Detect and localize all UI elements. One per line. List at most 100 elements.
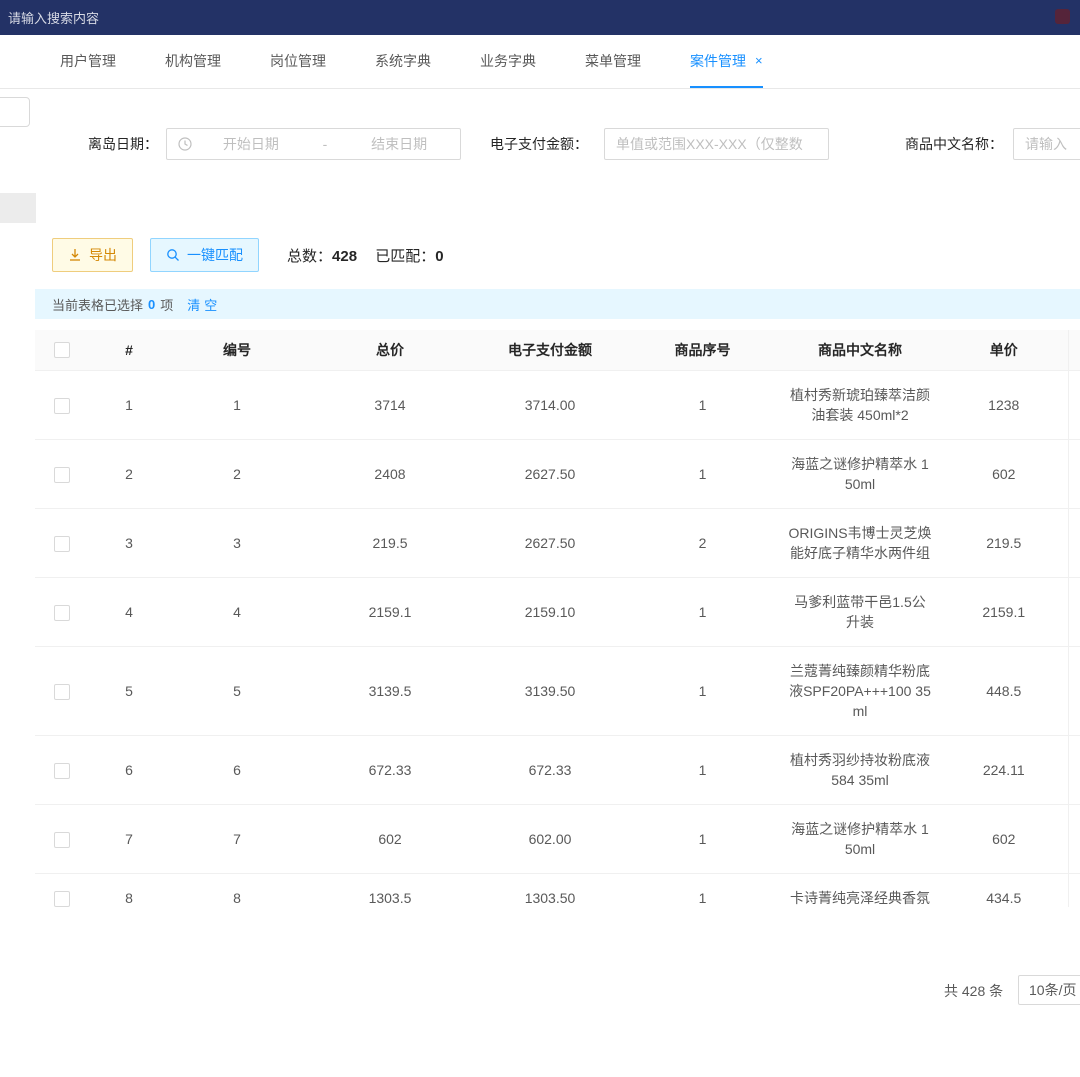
cell-unit: 2159.1 — [940, 577, 1068, 646]
cell-epay: 3714.00 — [475, 370, 625, 439]
tab-cases[interactable]: 案件管理× — [690, 35, 763, 88]
table-row: 77602602.001海蓝之谜修护精萃水 150ml602 — [35, 804, 1080, 873]
cell-code: 3 — [169, 508, 305, 577]
clock-icon — [178, 137, 192, 151]
cell-name: ORIGINS韦博士灵芝焕能好底子精华水两件组 — [780, 508, 940, 577]
one-click-match-button[interactable]: 一键匹配 — [150, 238, 259, 272]
date-range-input[interactable]: 开始日期 - 结束日期 — [166, 128, 461, 160]
export-button-label: 导出 — [89, 245, 117, 265]
cell-total: 1303.5 — [305, 873, 475, 907]
cell-index: 3 — [89, 508, 169, 577]
table-row: 2224082627.501海蓝之谜修护精萃水 150ml602 — [35, 439, 1080, 508]
tab-label: 机构管理 — [165, 51, 221, 71]
row-checkbox[interactable] — [54, 684, 70, 700]
global-search-input[interactable]: 请输入搜索内容 — [8, 8, 99, 27]
row-checkbox-cell — [35, 439, 89, 508]
toolbar: 导出 一键匹配 总数：428 已匹配：0 — [52, 238, 1080, 272]
tab-positions[interactable]: 岗位管理 — [270, 35, 326, 88]
cell-unit: 219.5 — [940, 508, 1068, 577]
cell-name: 兰蔻菁纯臻颜精华粉底液SPF20PA+++100 35ml — [780, 646, 940, 735]
tab-orgs[interactable]: 机构管理 — [165, 35, 221, 88]
selection-prefix: 当前表格已选择 — [52, 295, 143, 314]
cell-epay: 2627.50 — [475, 439, 625, 508]
filter-amount-group: 电子支付金额： 单值或范围XXX-XXX（仅整数 — [490, 128, 829, 160]
selection-count: 0 — [148, 297, 155, 312]
column-header: 商品序号 — [625, 330, 780, 370]
row-checkbox[interactable] — [54, 891, 70, 907]
clipped-cell-edge — [1068, 873, 1080, 907]
row-checkbox[interactable] — [54, 342, 70, 358]
export-button[interactable]: 导出 — [52, 238, 133, 272]
cell-total: 219.5 — [305, 508, 475, 577]
cell-serial: 1 — [625, 804, 780, 873]
cell-epay: 602.00 — [475, 804, 625, 873]
row-checkbox-cell — [35, 735, 89, 804]
selection-suffix: 项 — [160, 295, 173, 314]
left-clipped-input — [0, 97, 30, 127]
start-date-placeholder[interactable]: 开始日期 — [223, 134, 279, 154]
pagination: 共 428 条 10条/页 — [0, 975, 1080, 1007]
cell-total: 672.33 — [305, 735, 475, 804]
page-size-select[interactable]: 10条/页 — [1018, 975, 1080, 1005]
tab-label: 业务字典 — [480, 51, 536, 71]
matched-value: 0 — [435, 248, 443, 265]
end-date-placeholder[interactable]: 结束日期 — [371, 134, 427, 154]
navbar-right-icon[interactable] — [1055, 9, 1070, 24]
row-checkbox-cell — [35, 577, 89, 646]
tab-label: 岗位管理 — [270, 51, 326, 71]
tab-sys-dict[interactable]: 系统字典 — [375, 35, 431, 88]
total-label: 总数： — [287, 248, 332, 265]
cell-index: 1 — [89, 370, 169, 439]
cell-name: 海蓝之谜修护精萃水 150ml — [780, 804, 940, 873]
table-row: 33219.52627.502ORIGINS韦博士灵芝焕能好底子精华水两件组21… — [35, 508, 1080, 577]
tab-label: 用户管理 — [60, 51, 116, 71]
clipped-cell-edge — [1068, 508, 1080, 577]
page-size-value: 10条/页 — [1029, 980, 1076, 1000]
cell-code: 1 — [169, 370, 305, 439]
clipped-column-edge — [1068, 330, 1080, 370]
export-icon — [68, 248, 82, 262]
clipped-cell-edge — [1068, 439, 1080, 508]
cell-serial: 1 — [625, 873, 780, 907]
cell-epay: 2159.10 — [475, 577, 625, 646]
cell-unit: 602 — [940, 439, 1068, 508]
tab-users[interactable]: 用户管理 — [60, 35, 116, 88]
amount-input[interactable]: 单值或范围XXX-XXX（仅整数 — [604, 128, 829, 160]
filter-row: 离岛日期： 开始日期 - 结束日期 电子支付金额： 单值或范围XXX-XXX（仅… — [0, 128, 1080, 160]
clear-selection-link[interactable]: 清空 — [187, 295, 221, 314]
cell-total: 3714 — [305, 370, 475, 439]
row-checkbox-cell — [35, 804, 89, 873]
column-header: 单价 — [940, 330, 1068, 370]
amount-filter-label: 电子支付金额： — [490, 134, 588, 154]
product-placeholder: 请输入 — [1025, 134, 1067, 154]
cell-serial: 2 — [625, 508, 780, 577]
product-name-input[interactable]: 请输入 — [1013, 128, 1080, 160]
cell-code: 8 — [169, 873, 305, 907]
cell-name: 植村秀羽纱持妆粉底液 584 35ml — [780, 735, 940, 804]
topbar: 请输入搜索内容 — [0, 0, 1080, 35]
tab-menus[interactable]: 菜单管理 — [585, 35, 641, 88]
match-button-label: 一键匹配 — [187, 245, 243, 265]
row-checkbox[interactable] — [54, 763, 70, 779]
matched-label: 已匹配： — [375, 248, 435, 265]
row-checkbox[interactable] — [54, 398, 70, 414]
left-clipped-block — [0, 193, 36, 223]
filter-date-group: 离岛日期： 开始日期 - 结束日期 — [88, 128, 461, 160]
clipped-cell-edge — [1068, 370, 1080, 439]
product-filter-label: 商品中文名称： — [905, 134, 1003, 154]
header-checkbox-cell — [35, 330, 89, 370]
column-header: 编号 — [169, 330, 305, 370]
cell-code: 4 — [169, 577, 305, 646]
table-row: 442159.12159.101马爹利蓝带干邑1.5公升装2159.1 — [35, 577, 1080, 646]
row-checkbox[interactable] — [54, 832, 70, 848]
row-checkbox[interactable] — [54, 536, 70, 552]
table-row: 881303.51303.501卡诗菁纯亮泽经典香氛434.5 — [35, 873, 1080, 907]
cell-unit: 602 — [940, 804, 1068, 873]
row-checkbox[interactable] — [54, 467, 70, 483]
row-checkbox[interactable] — [54, 605, 70, 621]
cell-index: 2 — [89, 439, 169, 508]
tab-close-icon[interactable]: × — [755, 53, 763, 68]
filter-product-group: 商品中文名称： 请输入 — [905, 128, 1080, 160]
tab-biz-dict[interactable]: 业务字典 — [480, 35, 536, 88]
pagination-total: 共 428 条 — [944, 981, 1003, 1001]
